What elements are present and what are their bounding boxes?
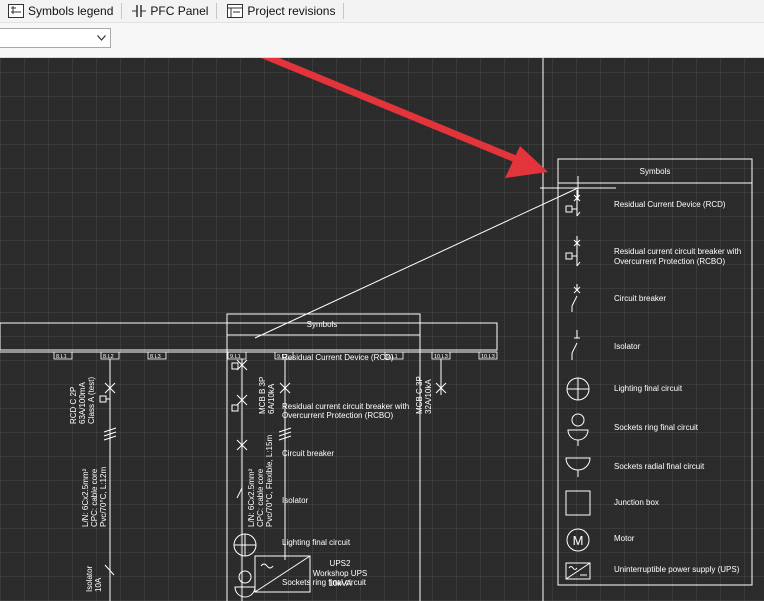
small-legend-item-breaker: Circuit breaker [282,449,334,458]
rcd-rating: RCD C 2P [69,387,78,424]
legend-item-lighting: Lighting final circuit [614,384,683,393]
legend-item-rcd: Residual Current Device (RCD) [614,200,726,209]
busbar-tag: 8.L3 [150,354,161,360]
legend-item-sockets-ring: Sockets ring final circuit [614,423,699,432]
toolbar-separator [121,3,123,19]
ups-subtitle: Workshop UPS [313,569,368,578]
toolbar-separator [216,3,218,19]
ups-title: UPS2 [330,559,351,568]
legend-item-circuit-breaker: Circuit breaker [614,294,666,303]
secondary-toolbar [0,23,764,58]
symbols-legend-button[interactable]: Symbols legend [0,1,119,21]
ups-rating: 10kVA [329,579,353,588]
legend-item-sockets-radial: Sockets radial final circuit [614,462,705,471]
mcb-rating: 6A/10kA [267,383,276,414]
legend-item-motor: Motor [614,534,635,543]
small-legend-item-rcd: Residual Current Device (RCD) [282,353,394,362]
legend-title: Symbols [640,167,671,176]
toolbar: Symbols legend PFC Panel Project revisio… [0,0,764,23]
cable-spec: CPC: cable core [90,468,99,527]
lighting-circuit-symbol-icon [566,377,590,401]
revisions-icon [227,4,244,18]
cable-spec: CPC: cable core [256,468,265,527]
busbar-tag: 10.L3 [481,354,495,360]
small-legend-item-lighting: Lighting final circuit [282,538,351,547]
mcb-rating: MCB B 3P [258,377,267,414]
cable-spec: Pvc/70°C, L:12m [99,467,108,527]
busbar-tag: 9.L1 [230,354,241,360]
mcb-rating: 32A/10kA [424,379,433,414]
mcb-rating: MCB C 3P [415,376,424,414]
chevron-down-icon [97,35,106,41]
busbar-tag: 8.L2 [103,354,114,360]
legend-item-rcbo-line1: Residual current circuit breaker with [614,247,741,256]
cable-spec: L/N: 6Cx2.5mm² [81,468,90,527]
toolbar-separator [343,3,345,19]
pfc-panel-label: PFC Panel [150,4,209,18]
busbar-tag: 8.L1 [56,354,67,360]
legend-item-ups: Uninterruptible power supply (UPS) [614,565,740,574]
small-legend-item-rcbo-1: Residual current circuit breaker with [282,402,409,411]
motor-letter: M [573,533,584,548]
project-revisions-button[interactable]: Project revisions [219,1,341,21]
view-select[interactable] [0,28,111,48]
cable-spec: L/N: 6Cx2.5mm² [247,468,256,527]
legend-item-rcbo-line2: Overcurrent Protection (RCBO) [614,257,725,266]
symbols-legend-icon [8,4,24,18]
isolator-label: Isolator [85,565,94,592]
symbols-legend-label: Symbols legend [28,4,114,18]
capacitor-icon [132,5,147,17]
legend-item-junction-box: Junction box [614,498,659,507]
drawing-canvas[interactable]: Symbols Residual Current Device (RCD) Re… [0,58,764,601]
schematic-drawing: Symbols Residual Current Device (RCD) Re… [0,58,764,601]
cable-spec: Pvc/70°C, Flexible, L:15m [265,435,274,527]
project-revisions-label: Project revisions [247,4,336,18]
rcd-rating: 63A/100mA [78,382,87,424]
small-legend-item-sockets: Sockets ring final circuit [282,578,367,587]
small-legend-title: Symbols [307,320,338,329]
small-legend-item-isolator: Isolator [282,496,309,505]
busbar-tag: 9.L2 [277,354,288,360]
pfc-panel-button[interactable]: PFC Panel [124,1,214,21]
rcd-rating: Class A (test) [87,377,96,424]
busbar-tag: 9.L1 [387,354,398,360]
isolator-label: 10A [94,577,103,592]
small-legend-item-rcbo-2: Overcurrent Protection (RCBO) [282,411,393,420]
legend-item-isolator: Isolator [614,342,641,351]
